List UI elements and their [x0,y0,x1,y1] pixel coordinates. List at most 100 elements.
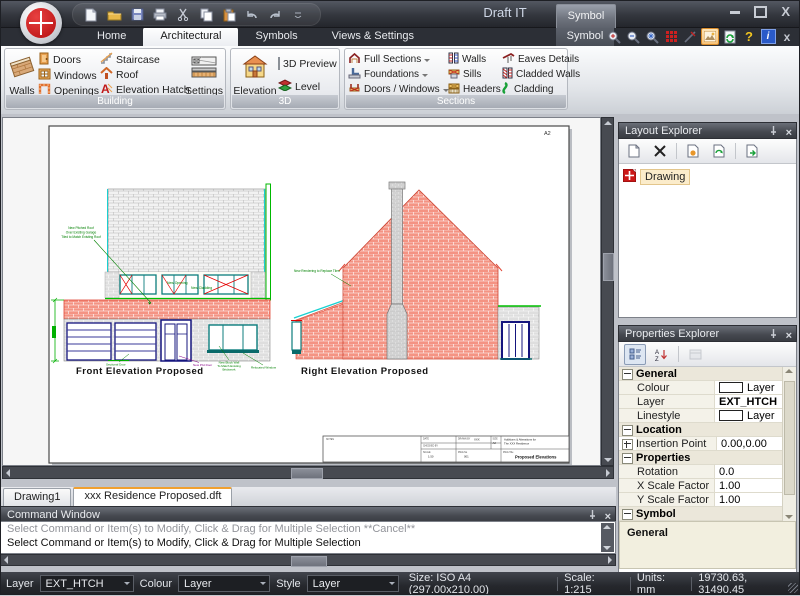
sills-button[interactable]: Sills [447,67,501,82]
scroll-left-icon[interactable] [4,556,8,564]
property-row-y-scale[interactable]: Y Scale Factor1.00 [619,493,783,507]
insert-layout-icon[interactable] [742,142,762,161]
minimize-button[interactable] [730,11,740,14]
doors-button[interactable]: Doors [37,52,99,68]
layout-tree-item-drawing[interactable]: Drawing [623,169,792,185]
qat-more-icon[interactable] [290,7,306,23]
category-row[interactable]: General [619,367,783,381]
property-row-colour[interactable]: ColourLayer [619,381,783,395]
full-sections-button[interactable]: Full Sections [347,52,447,67]
scroll-down-icon[interactable] [603,546,611,550]
foundations-button[interactable]: Foundations [347,67,447,82]
resize-grip[interactable] [788,583,798,593]
save-icon[interactable] [129,7,145,23]
collapse-icon[interactable] [622,453,633,464]
category-row[interactable]: Properties [619,451,783,465]
open-folder-icon[interactable] [106,7,122,23]
command-vertical-scrollbar[interactable] [601,523,614,552]
snap-grid-icon[interactable] [663,29,679,44]
tab-views-settings[interactable]: Views & Settings [315,27,431,46]
app-logo[interactable] [20,2,62,44]
scroll-down-icon[interactable] [785,515,793,519]
zoom-extents-icon[interactable] [644,29,660,44]
windows-button[interactable]: Windows [37,68,99,83]
layer-dropdown[interactable]: EXT_HTCH [40,575,134,592]
scroll-left-icon[interactable] [6,469,10,477]
image-export-icon[interactable] [701,28,719,45]
pin-icon[interactable] [769,328,778,345]
ribbon-close-icon[interactable]: x [779,29,795,44]
measure-icon[interactable] [682,29,698,44]
zoom-in-icon[interactable] [606,29,622,44]
sort-alphabetical-icon[interactable]: AZ [652,345,672,364]
pin-icon[interactable] [769,125,778,142]
collapse-icon[interactable] [622,509,633,520]
canvas-vertical-scrollbar[interactable] [601,117,614,466]
command-history[interactable]: Select Command or Item(s) to Modify, Cli… [0,521,616,554]
horizontal-scroll-thumb[interactable] [291,556,327,567]
layout-explorer-close-icon[interactable]: × [786,127,792,140]
eaves-details-button[interactable]: Eaves Details [501,52,569,67]
canvas-horizontal-scrollbar[interactable] [2,466,614,479]
categorized-view-icon[interactable] [624,344,646,365]
collapse-icon[interactable] [622,425,633,436]
scroll-right-icon[interactable] [608,556,612,564]
doc-tab-drawing1[interactable]: Drawing1 [3,488,71,506]
walls-button[interactable]: Walls [7,51,37,94]
properties-explorer-close-icon[interactable]: × [786,330,792,343]
tab-symbols[interactable]: Symbols [238,27,314,46]
expand-icon[interactable] [622,439,633,450]
roof-button[interactable]: Roof [99,67,185,82]
scroll-right-icon[interactable] [606,469,610,477]
vertical-scroll-thumb[interactable] [603,253,614,281]
undo-icon[interactable] [244,7,260,23]
property-row-insertion-point[interactable]: Insertion Point0.00,0.00 [619,437,783,451]
grid-scroll-thumb[interactable] [784,381,795,495]
scroll-up-icon[interactable] [603,525,611,529]
category-row[interactable]: Symbol [619,507,783,521]
maximize-button[interactable] [754,6,767,18]
refresh-document-icon[interactable] [722,29,738,44]
tab-architectural[interactable]: Architectural [143,27,238,46]
horizontal-scroll-thumb[interactable] [291,468,323,479]
category-row[interactable]: Location [619,423,783,437]
property-row-linestyle[interactable]: LinestyleLayer [619,409,783,423]
front-roof [108,189,265,272]
redo-icon[interactable] [267,7,283,23]
scroll-down-icon[interactable] [604,458,612,462]
copy-icon[interactable] [198,7,214,23]
3d-preview-checkbox[interactable]: 3D Preview [277,56,337,71]
style-dropdown[interactable]: Layer [307,575,399,592]
drawing-canvas[interactable]: A2 New Opening New Cladding [2,117,601,466]
property-grid-scrollbar[interactable] [782,367,796,521]
export-layout-icon[interactable] [683,142,703,161]
delete-layout-icon[interactable] [650,142,670,161]
property-row-x-scale[interactable]: X Scale Factor1.00 [619,479,783,493]
refresh-layout-icon[interactable] [709,142,729,161]
help-icon[interactable]: ? [741,29,757,44]
scroll-up-icon[interactable] [785,369,793,373]
command-horizontal-scrollbar[interactable] [0,554,616,566]
paste-icon[interactable] [221,7,237,23]
new-layout-icon[interactable] [624,142,644,161]
tab-home[interactable]: Home [80,27,143,46]
property-row-rotation[interactable]: Rotation0.0 [619,465,783,479]
colour-dropdown[interactable]: Layer [178,575,270,592]
print-icon[interactable] [152,7,168,23]
staircase-button[interactable]: Staircase [99,52,185,67]
cut-icon[interactable] [175,7,191,23]
zoom-out-icon[interactable] [625,29,641,44]
doc-tab-residence[interactable]: xxx Residence Proposed.dft [73,487,232,506]
property-row-layer[interactable]: LayerEXT_HTCH [619,395,783,409]
cladded-walls-button[interactable]: Cladded Walls [501,67,569,82]
walls-section-button[interactable]: Walls [447,52,501,67]
context-tab-header[interactable]: Symbol [556,4,616,28]
settings-button[interactable]: Settings [185,51,223,94]
new-file-icon[interactable] [83,7,99,23]
scroll-up-icon[interactable] [604,121,612,125]
close-button[interactable]: X [781,7,790,17]
info-icon[interactable]: i [760,29,776,44]
level-button[interactable]: Level [277,79,337,94]
collapse-icon[interactable] [622,369,633,380]
elevation-button[interactable]: Elevation [233,51,277,94]
